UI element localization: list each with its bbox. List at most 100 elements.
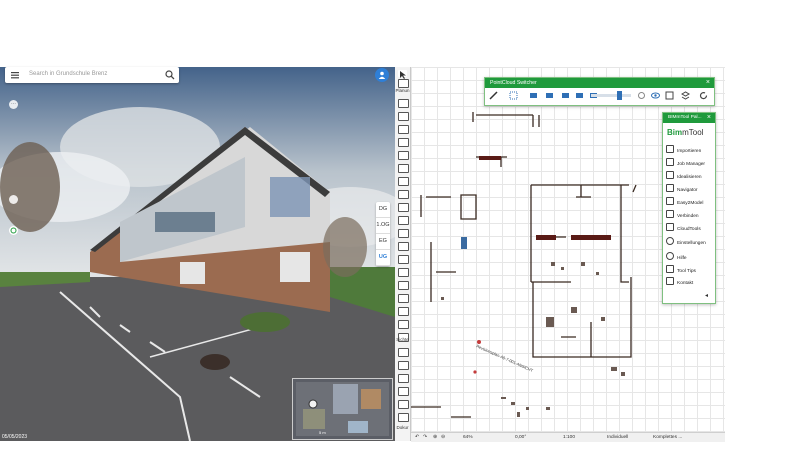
refresh-icon[interactable] — [699, 91, 708, 100]
door-tool-icon[interactable] — [398, 268, 409, 277]
job-manager-icon — [666, 158, 674, 166]
search-icon[interactable] — [165, 70, 175, 80]
menu-item-hilfe[interactable]: Hilfe — [666, 252, 714, 262]
slab-tool-icon[interactable] — [398, 138, 409, 147]
floor-button-1og[interactable]: 1.OG — [376, 218, 390, 234]
rotation-angle[interactable]: 0,00° — [515, 435, 526, 440]
easy2model-icon — [666, 197, 674, 205]
section-tool-icon[interactable] — [398, 348, 409, 357]
cloud-c-icon[interactable] — [561, 91, 570, 100]
zoom-out-icon[interactable]: ⊖ — [441, 435, 445, 440]
help-icon — [666, 252, 674, 260]
toolbox-section-document[interactable]: Dokur — [395, 425, 410, 430]
zone-tool-icon[interactable] — [398, 203, 409, 212]
menu-item-kontakt[interactable]: Kontakt — [666, 277, 714, 287]
settings-icon — [666, 237, 674, 245]
user-avatar-button[interactable] — [375, 68, 389, 82]
mesh-tool-icon[interactable] — [398, 216, 409, 225]
menu-item-tool-tips[interactable]: Tool Tips — [666, 265, 714, 275]
collapse-icon[interactable]: ◂ — [705, 292, 708, 299]
navigator-icon — [666, 184, 674, 192]
drawing-label: Revisionsplan-A0-7-001-ANSICHT — [476, 343, 535, 373]
more-options-icon[interactable]: ⋯ — [9, 100, 18, 109]
slider-icon[interactable] — [637, 91, 646, 100]
connect-icon — [666, 210, 674, 218]
cloud-b-icon[interactable] — [545, 91, 554, 100]
close-icon[interactable]: × — [706, 78, 710, 88]
zoom-level[interactable]: 64% — [463, 435, 473, 440]
opening-tool-icon[interactable] — [398, 307, 409, 316]
floor-button-eg[interactable]: EG — [376, 234, 390, 250]
bimmtool-palette[interactable]: BIMmTool Pal... × BimmTool Importieren J… — [662, 112, 716, 304]
menu-item-job-manager[interactable]: Job Manager — [666, 158, 714, 168]
shell-tool-icon[interactable] — [398, 164, 409, 173]
worksheet-tool-icon[interactable] — [398, 400, 409, 409]
menu-item-idealisieren[interactable]: Idealisieren — [666, 171, 714, 181]
object-tool-icon[interactable] — [398, 190, 409, 199]
density-slider[interactable] — [591, 94, 631, 97]
tool-tips-icon — [666, 265, 674, 273]
model-view-options[interactable]: Komplettes ... — [653, 435, 682, 440]
floor-button-ug[interactable]: UG — [376, 250, 390, 266]
minimap[interactable]: 5 m — [292, 378, 393, 440]
lamp-tool-icon[interactable] — [398, 320, 409, 329]
marquee-tool-icon[interactable] — [398, 79, 409, 88]
drawing-scale[interactable]: 1:100 — [563, 435, 575, 440]
camera-tool-icon[interactable] — [398, 387, 409, 396]
toolbox: Planun Sichte Dokur — [395, 67, 411, 441]
minimap-scale: 5 m — [319, 430, 326, 435]
status-bar: ↶ ↷ ⊕ ⊖ 64% 0,00° 1:100 Individuell Komp… — [411, 432, 725, 442]
idealize-icon — [666, 171, 674, 179]
stair-tool-icon[interactable] — [398, 242, 409, 251]
menu-item-cloudtools[interactable]: CloudTools — [666, 223, 714, 233]
close-icon[interactable]: × — [707, 113, 711, 123]
bimmtool-titlebar[interactable]: BIMmTool Pal... × — [663, 113, 715, 123]
zoom-in-icon[interactable]: ⊕ — [433, 435, 437, 440]
undo-icon[interactable]: ↶ — [415, 435, 419, 440]
slider-handle[interactable] — [617, 91, 622, 100]
elevation-tool-icon[interactable] — [398, 361, 409, 370]
search-bar[interactable]: Search in Grundschule Brenz — [5, 67, 179, 83]
toolbox-section-view[interactable]: Sichte — [395, 337, 410, 342]
toolbox-section-design[interactable]: Planun — [395, 88, 410, 93]
skylight-tool-icon[interactable] — [398, 294, 409, 303]
cloud-tools-icon — [666, 223, 674, 231]
menu-item-verbinden[interactable]: Verbinden — [666, 210, 714, 220]
beam-tool-icon[interactable] — [398, 125, 409, 134]
bimmtool-logo: BimmTool — [667, 128, 704, 137]
redo-icon[interactable]: ↷ — [423, 435, 427, 440]
change-tool-icon[interactable] — [398, 413, 409, 422]
detail-tool-icon[interactable] — [398, 374, 409, 383]
pointcloud-switcher-titlebar[interactable]: PointCloud Switcher × — [485, 78, 714, 88]
floor-button-dg[interactable]: DG — [376, 202, 390, 218]
menu-item-navigator[interactable]: Navigator — [666, 184, 714, 194]
eye-layers-icon[interactable] — [665, 91, 674, 100]
railing-tool-icon[interactable] — [398, 255, 409, 264]
cloud-grid-icon[interactable] — [509, 91, 518, 100]
measure-icon[interactable] — [9, 195, 18, 204]
pointcloud-switcher-palette[interactable]: PointCloud Switcher × — [484, 77, 715, 106]
cloud-d-icon[interactable] — [575, 91, 584, 100]
menu-item-importieren[interactable]: Importieren — [666, 145, 714, 155]
capture-date: 05/05/2023 — [2, 434, 28, 440]
import-icon — [666, 145, 674, 153]
wall-tool-icon[interactable] — [398, 99, 409, 108]
morph-tool-icon[interactable] — [398, 177, 409, 186]
contact-icon — [666, 277, 674, 285]
floor-selector[interactable]: DG 1.OG EG UG — [376, 202, 390, 266]
window-tool-icon[interactable] — [398, 281, 409, 290]
cloud-a-icon[interactable] — [529, 91, 538, 100]
column-tool-icon[interactable] — [398, 112, 409, 121]
eye-icon[interactable] — [651, 91, 660, 100]
compass-icon[interactable] — [9, 226, 18, 235]
search-input[interactable]: Search in Grundschule Brenz — [29, 71, 107, 77]
layer-combination[interactable]: Individuell — [607, 435, 628, 440]
layers-icon[interactable] — [680, 91, 691, 100]
menu-icon[interactable] — [11, 71, 19, 79]
menu-item-easy2model[interactable]: Easy2Model — [666, 197, 714, 207]
brush-icon[interactable] — [489, 91, 498, 100]
arrow-tool-icon[interactable] — [398, 70, 407, 79]
roof-tool-icon[interactable] — [398, 151, 409, 160]
menu-item-einstellungen[interactable]: Einstellungen — [666, 237, 714, 247]
curtain-wall-tool-icon[interactable] — [398, 229, 409, 238]
